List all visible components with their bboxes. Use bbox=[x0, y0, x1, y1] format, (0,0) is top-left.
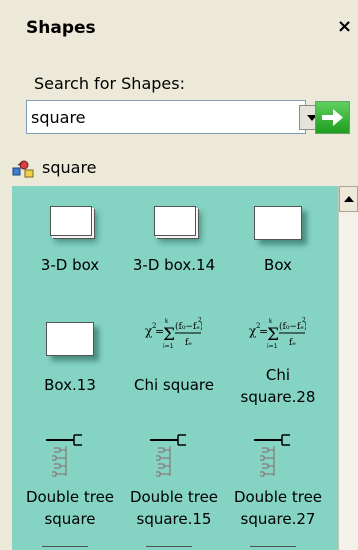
shape-label-line-1: Chi bbox=[265, 366, 291, 384]
svg-text:k: k bbox=[165, 318, 169, 325]
search-result-label: square bbox=[42, 158, 97, 177]
shape-chi-square[interactable]: χ 2 = Σ k i=1 (f₀−fₑ) 2 fₑ Chi square bbox=[120, 312, 228, 402]
svg-text:fₑ: fₑ bbox=[289, 338, 296, 348]
shape-label-line-2: square.28 bbox=[240, 388, 316, 406]
svg-text:i=1: i=1 bbox=[267, 343, 278, 350]
partial-shape-icon bbox=[146, 546, 192, 550]
shape-3d-box[interactable]: 3-D box bbox=[16, 196, 124, 276]
3d-box-icon bbox=[50, 206, 92, 236]
panel-title: Shapes bbox=[26, 18, 96, 38]
search-result-icon bbox=[12, 160, 34, 178]
shape-label: 3-D box bbox=[40, 256, 100, 274]
shape-label-line-1: Double tree bbox=[233, 488, 323, 506]
shape-label: 3-D box.14 bbox=[132, 256, 216, 274]
double-tree-icon bbox=[254, 434, 290, 477]
chi-square-formula-icon: χ 2 = Σ k i=1 (f₀−fₑ) 2 fₑ bbox=[249, 317, 306, 350]
shape-double-tree-square-15[interactable]: Double tree square.15 bbox=[120, 432, 228, 542]
shape-label-line-2: square.15 bbox=[136, 510, 212, 528]
shape-chi-square-28[interactable]: χ 2 = Σ k i=1 (f₀−fₑ) 2 fₑ Chi square.28 bbox=[224, 312, 332, 406]
shape-label-line-2: square bbox=[44, 510, 96, 528]
search-input[interactable] bbox=[31, 105, 267, 129]
shape-double-tree-square[interactable]: Double tree square bbox=[16, 432, 124, 542]
partial-shape-icon bbox=[250, 546, 296, 550]
partial-shape-icon bbox=[42, 546, 88, 550]
svg-text:2: 2 bbox=[198, 317, 202, 324]
shape-box-13[interactable]: Box.13 bbox=[16, 312, 124, 402]
shape-label: Box.13 bbox=[44, 376, 96, 394]
3d-box-icon bbox=[154, 206, 196, 236]
svg-text:2: 2 bbox=[302, 317, 306, 324]
box-icon bbox=[254, 206, 302, 240]
search-go-button[interactable] bbox=[315, 101, 350, 134]
arrow-right-icon bbox=[322, 109, 343, 126]
search-label: Search for Shapes: bbox=[34, 74, 185, 93]
shapes-panel-titlebar: Shapes × bbox=[0, 0, 358, 56]
double-tree-icon bbox=[46, 434, 82, 477]
shape-label: Chi square bbox=[133, 376, 215, 394]
double-tree-icon bbox=[150, 434, 186, 477]
shape-3d-box-14[interactable]: 3-D box.14 bbox=[120, 196, 228, 276]
scroll-up-button[interactable] bbox=[339, 186, 358, 212]
shape-label: Box bbox=[264, 256, 292, 274]
svg-text:Σ: Σ bbox=[267, 325, 279, 345]
shape-label-line-1: Double tree bbox=[129, 488, 219, 506]
box-icon bbox=[46, 322, 94, 356]
svg-text:Σ: Σ bbox=[163, 325, 175, 345]
shapes-stencil: 3-D box 3-D box.14 Box Box.13 χ 2 = Σ k … bbox=[12, 186, 338, 550]
svg-text:i=1: i=1 bbox=[163, 343, 174, 350]
stencil-scrollbar[interactable] bbox=[338, 186, 358, 550]
shape-label-line-2: square.27 bbox=[240, 510, 316, 528]
svg-text:k: k bbox=[269, 318, 273, 325]
shape-label-line-1: Double tree bbox=[25, 488, 115, 506]
chi-square-formula-icon: χ 2 = Σ k i=1 (f₀−fₑ) 2 fₑ bbox=[145, 317, 202, 350]
svg-text:fₑ: fₑ bbox=[185, 338, 192, 348]
shape-box[interactable]: Box bbox=[224, 196, 332, 276]
shape-double-tree-square-27[interactable]: Double tree square.27 bbox=[224, 432, 332, 542]
close-icon[interactable]: × bbox=[337, 16, 352, 37]
search-field[interactable] bbox=[26, 100, 325, 134]
